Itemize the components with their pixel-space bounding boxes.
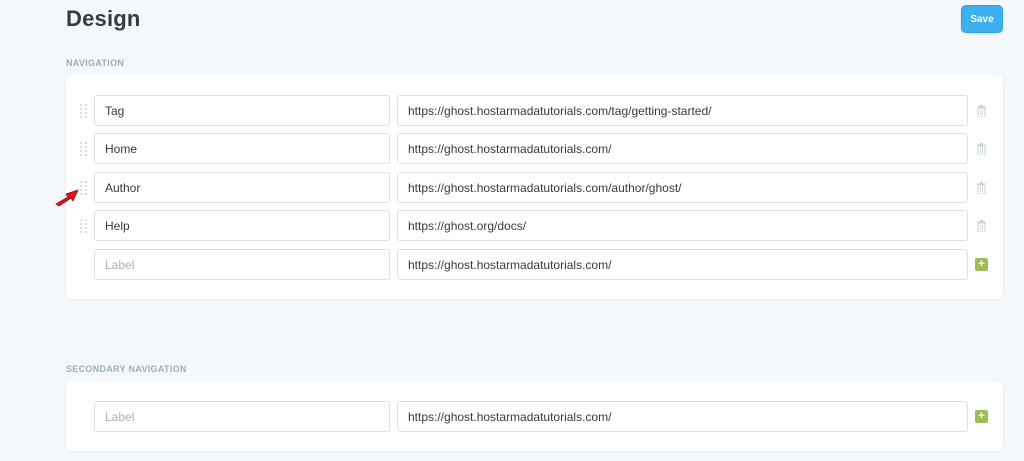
navigation-section-label: NAVIGATION — [66, 58, 125, 68]
trash-icon[interactable] — [977, 105, 986, 117]
save-button[interactable]: Save — [961, 5, 1003, 33]
nav-item-label-input[interactable]: Author — [94, 172, 390, 203]
nav-item-row: Help https://ghost.org/docs/ — [66, 210, 1003, 241]
trash-icon[interactable] — [977, 182, 986, 194]
nav-new-item-row: Label https://ghost.hostarmadatutorials.… — [66, 249, 1003, 280]
trash-icon[interactable] — [977, 143, 986, 155]
trash-icon[interactable] — [977, 220, 986, 232]
nav-item-url-input[interactable]: https://ghost.org/docs/ — [397, 210, 968, 241]
navigation-card: Tag https://ghost.hostarmadatutorials.co… — [66, 75, 1003, 299]
nav-item-url-input[interactable]: https://ghost.hostarmadatutorials.com/au… — [397, 172, 968, 203]
red-arrow-icon — [55, 189, 79, 207]
new-item-url-input[interactable]: https://ghost.hostarmadatutorials.com/ — [397, 249, 968, 280]
drag-handle-icon[interactable] — [80, 219, 88, 233]
plus-icon[interactable]: + — [975, 410, 988, 423]
nav-item-row: Author https://ghost.hostarmadatutorials… — [66, 172, 1003, 203]
nav-item-row: Home https://ghost.hostarmadatutorials.c… — [66, 133, 1003, 164]
secondary-navigation-card: Label https://ghost.hostarmadatutorials.… — [66, 381, 1003, 451]
nav-item-url-input[interactable]: https://ghost.hostarmadatutorials.com/ta… — [397, 95, 968, 126]
nav-item-label-input[interactable]: Help — [94, 210, 390, 241]
new-item-label-input[interactable]: Label — [94, 401, 390, 432]
secondary-navigation-section-label: SECONDARY NAVIGATION — [66, 364, 187, 374]
nav-item-label-input[interactable]: Tag — [94, 95, 390, 126]
nav-item-label-input[interactable]: Home — [94, 133, 390, 164]
nav-item-row: Tag https://ghost.hostarmadatutorials.co… — [66, 95, 1003, 126]
plus-icon[interactable]: + — [975, 258, 988, 271]
nav-item-url-input[interactable]: https://ghost.hostarmadatutorials.com/ — [397, 133, 968, 164]
drag-handle-icon[interactable] — [80, 104, 88, 118]
page-title: Design — [66, 6, 141, 31]
secondary-nav-new-item-row: Label https://ghost.hostarmadatutorials.… — [66, 401, 1003, 432]
new-item-label-input[interactable]: Label — [94, 249, 390, 280]
drag-handle-icon[interactable] — [80, 142, 88, 156]
new-item-url-input[interactable]: https://ghost.hostarmadatutorials.com/ — [397, 401, 968, 432]
